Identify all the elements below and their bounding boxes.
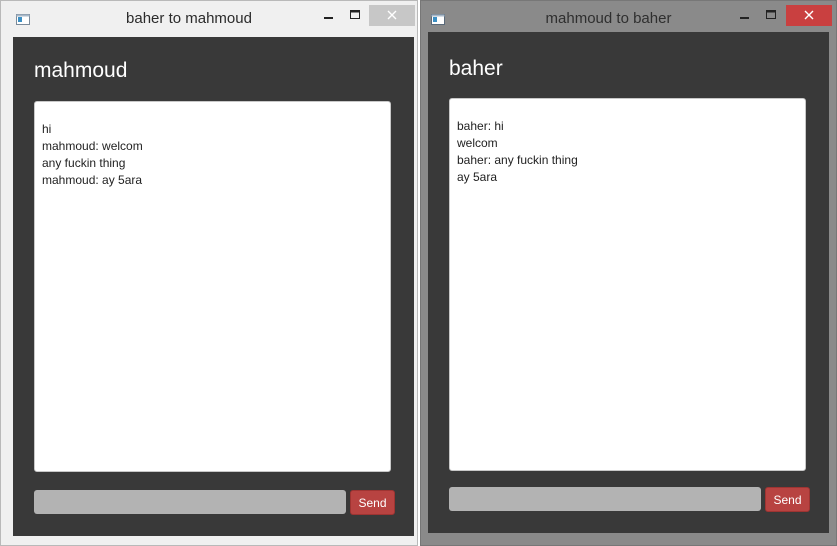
close-icon: [786, 5, 832, 26]
chat-message: any fuckin thing: [42, 156, 126, 170]
title-bar[interactable]: mahmoud to baher: [421, 1, 836, 33]
chat-panel: baher baher: hi welcom baher: any fuckin…: [428, 32, 829, 533]
close-button[interactable]: [786, 5, 832, 26]
maximize-button[interactable]: [342, 5, 368, 25]
minimize-button[interactable]: [316, 5, 342, 25]
close-button[interactable]: [369, 5, 415, 26]
minimize-icon: [732, 5, 758, 25]
minimize-icon: [316, 5, 342, 25]
app-window-icon: [16, 12, 30, 25]
chat-history[interactable]: baher: hi welcom baher: any fuckin thing…: [449, 98, 806, 471]
maximize-button[interactable]: [758, 5, 784, 25]
message-input[interactable]: [449, 487, 761, 511]
send-button[interactable]: Send: [350, 490, 395, 515]
chat-panel: mahmoud hi mahmoud: welcom any fuckin th…: [13, 37, 414, 536]
message-input[interactable]: [34, 490, 346, 514]
send-button[interactable]: Send: [765, 487, 810, 512]
chat-message: mahmoud: ay 5ara: [42, 173, 143, 187]
chat-message: hi: [42, 122, 52, 136]
peer-name: mahmoud: [34, 59, 128, 82]
chat-window-baher-to-mahmoud: baher to mahmoud mahmoud hi mahmoud: wel…: [0, 0, 418, 546]
chat-message: baher: any fuckin thing: [457, 153, 578, 167]
peer-name: baher: [449, 57, 503, 80]
title-bar[interactable]: baher to mahmoud: [1, 1, 417, 33]
close-icon: [369, 5, 415, 26]
app-window-icon: [431, 12, 445, 25]
chat-history[interactable]: hi mahmoud: welcom any fuckin thing mahm…: [34, 101, 391, 472]
chat-message: ay 5ara: [457, 170, 498, 184]
minimize-button[interactable]: [732, 5, 758, 25]
chat-window-mahmoud-to-baher: mahmoud to baher baher baher: hi welcom …: [420, 0, 837, 546]
window-title: mahmoud to baher: [545, 10, 672, 27]
window-title: baher to mahmoud: [126, 10, 252, 27]
chat-message: welcom: [457, 136, 498, 150]
maximize-icon: [758, 5, 784, 25]
chat-message: mahmoud: welcom: [42, 139, 143, 153]
chat-message: baher: hi: [457, 119, 504, 133]
maximize-icon: [342, 5, 368, 25]
